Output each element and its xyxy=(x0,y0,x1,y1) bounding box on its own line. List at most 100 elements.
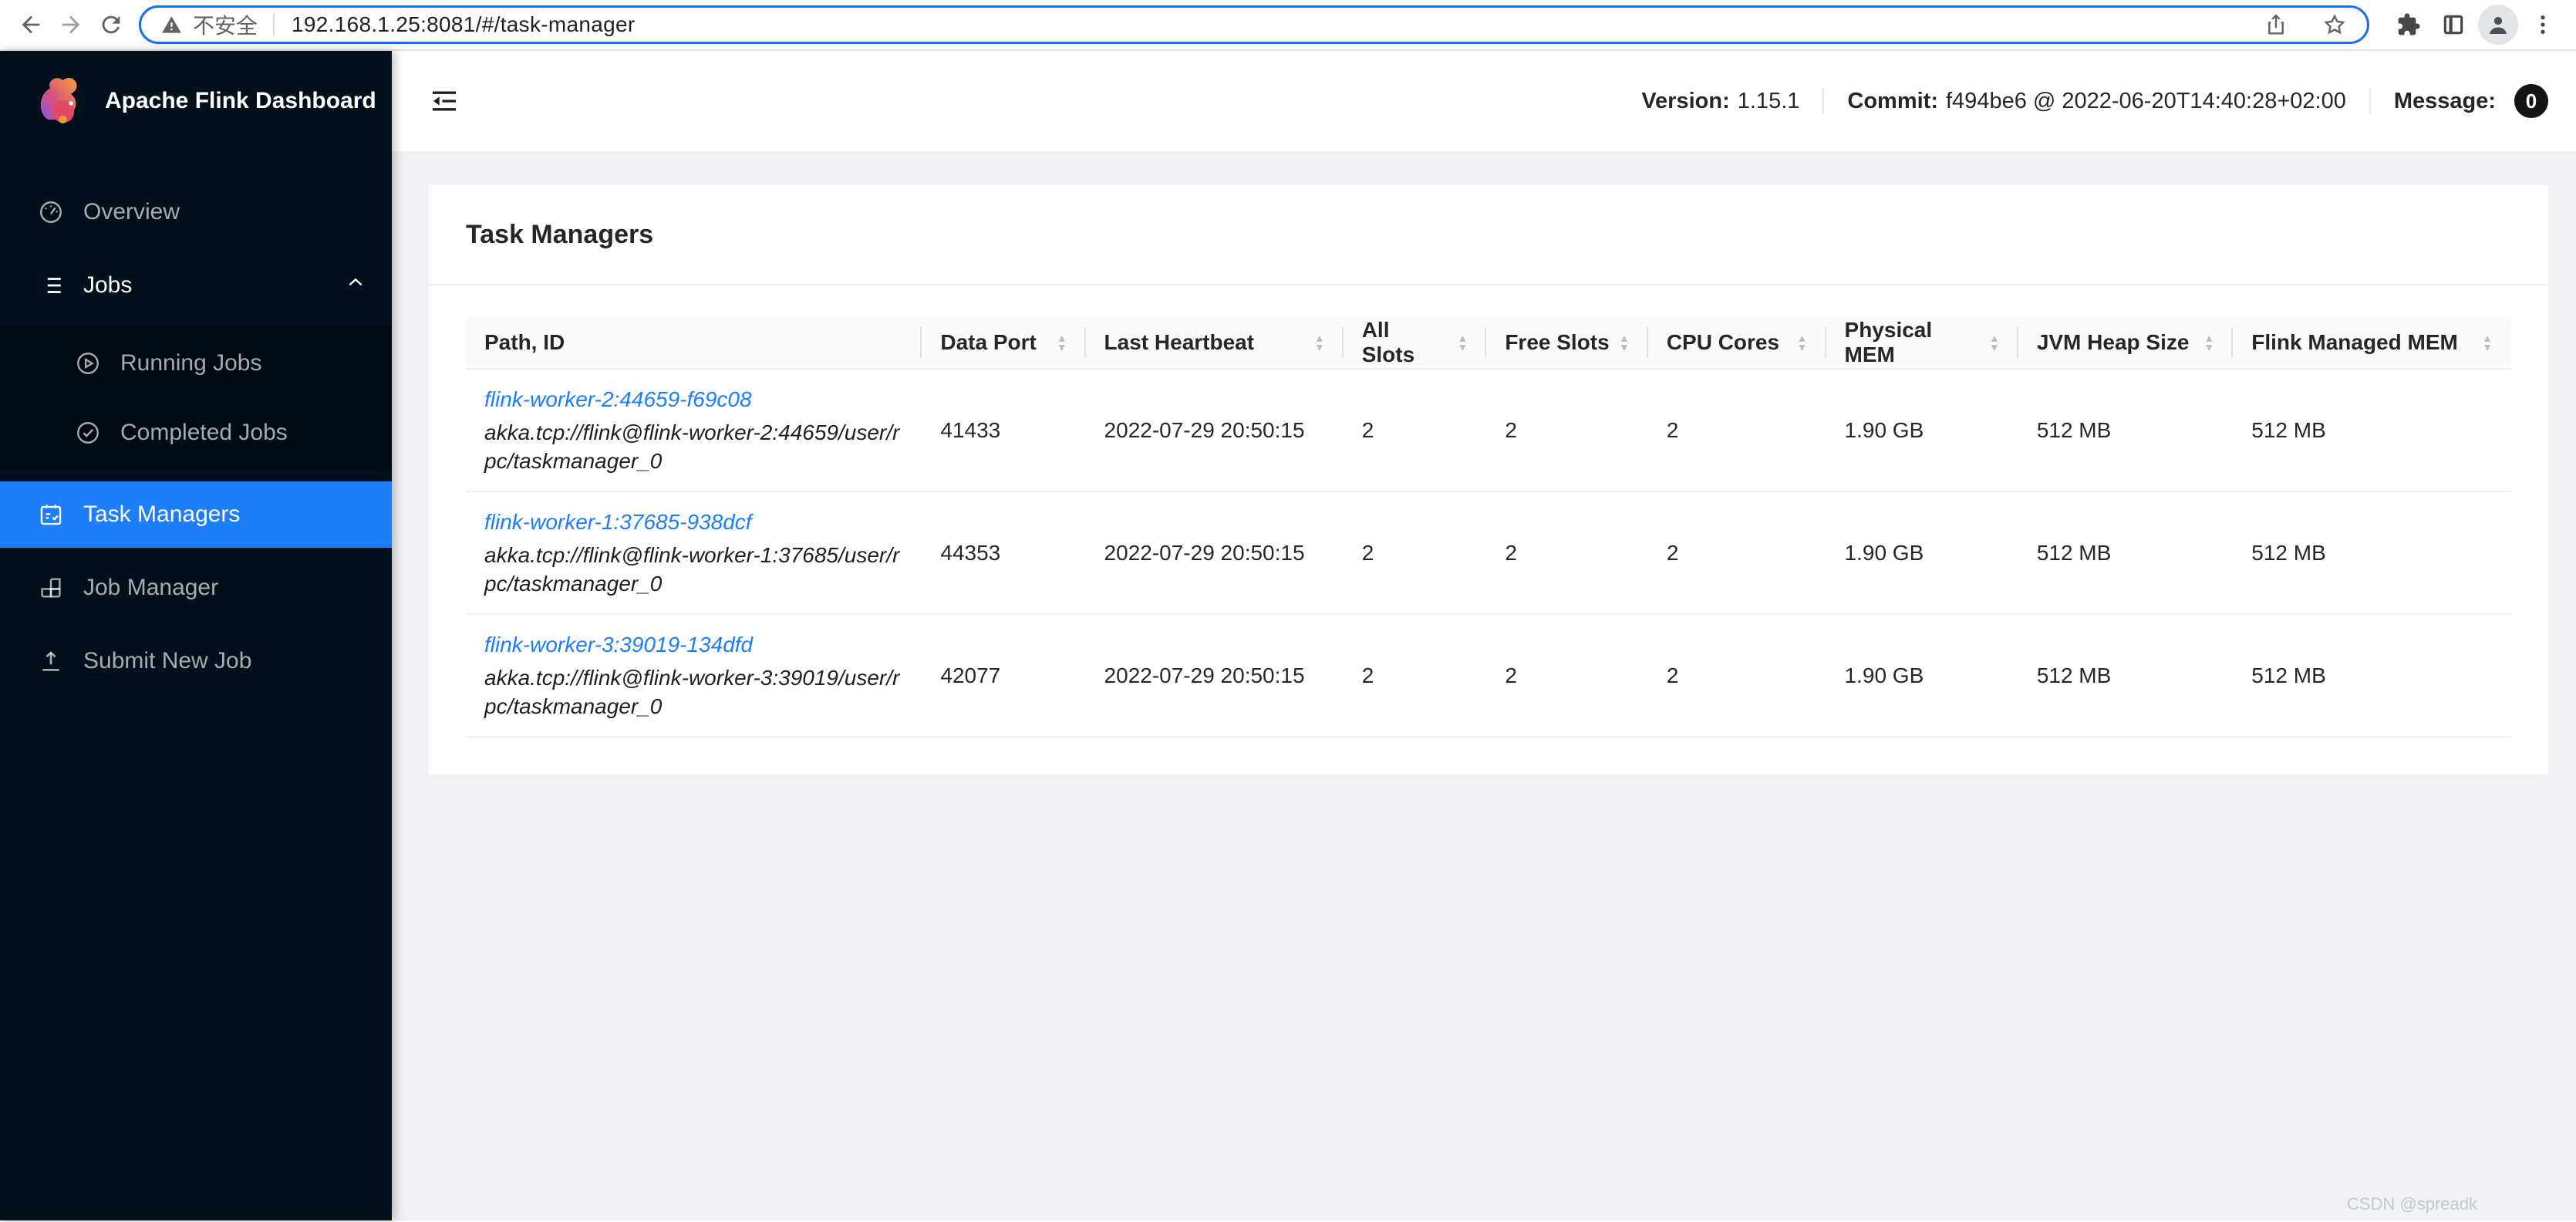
chevron-up-icon xyxy=(346,272,366,299)
free-slots-cell: 2 xyxy=(1486,491,1648,614)
sidebar-item-running-jobs[interactable]: Running Jobs xyxy=(0,330,392,397)
data-port-cell: 44353 xyxy=(922,491,1085,614)
task-managers-table: Path, ID Data Port▲▼ Last Heartbeat▲▼ Al… xyxy=(466,316,2511,738)
table-row: flink-worker-1:37685-938dcf akka.tcp://f… xyxy=(466,491,2511,614)
dashboard-icon xyxy=(37,198,65,226)
watermark: CSDN @spreadk xyxy=(2347,1194,2477,1214)
page-title: Task Managers xyxy=(466,220,653,250)
not-secure-label[interactable]: 不安全 xyxy=(193,9,258,40)
sort-caret-icon[interactable]: ▲▼ xyxy=(1457,333,1468,352)
browser-toolbar: 不安全 192.168.1.25:8081/#/task-manager xyxy=(0,0,2576,51)
sidebar-item-completed-jobs[interactable]: Completed Jobs xyxy=(0,400,392,466)
sidebar-item-overview[interactable]: Overview xyxy=(0,179,392,245)
col-all-slots[interactable]: All Slots▲▼ xyxy=(1344,316,1487,369)
sort-caret-icon[interactable]: ▲▼ xyxy=(1989,333,2000,352)
heartbeat-cell: 2022-07-29 20:50:15 xyxy=(1086,369,1344,491)
col-data-port[interactable]: Data Port▲▼ xyxy=(922,316,1085,369)
schedule-icon xyxy=(37,501,65,528)
content-area: Task Managers Path, ID Data Port▲▼ xyxy=(392,151,2576,1220)
cpu-cores-cell: 2 xyxy=(1648,491,1826,614)
version-label: Version: xyxy=(1641,89,1729,114)
col-cpu-cores[interactable]: CPU Cores▲▼ xyxy=(1648,316,1826,369)
address-bar[interactable]: 不安全 192.168.1.25:8081/#/task-manager xyxy=(139,5,2369,44)
divider xyxy=(1822,88,1824,114)
physical-mem-cell: 1.90 GB xyxy=(1826,491,2018,614)
sort-caret-icon[interactable]: ▲▼ xyxy=(2203,333,2214,352)
app-title: Apache Flink Dashboard xyxy=(105,88,376,114)
col-jvm-heap[interactable]: JVM Heap Size▲▼ xyxy=(2018,316,2233,369)
sidebar-item-label: Completed Jobs xyxy=(120,420,288,446)
message-label: Message: xyxy=(2394,89,2496,114)
physical-mem-cell: 1.90 GB xyxy=(1826,369,2018,491)
flink-managed-mem-cell: 512 MB xyxy=(2233,614,2511,737)
jvm-heap-cell: 512 MB xyxy=(2018,491,2233,614)
heartbeat-cell: 2022-07-29 20:50:15 xyxy=(1086,614,1344,737)
jobs-submenu: Running Jobs Completed Jobs xyxy=(0,326,392,471)
browser-actions xyxy=(2386,5,2565,45)
version-value: 1.15.1 xyxy=(1738,89,1800,114)
data-port-cell: 42077 xyxy=(922,614,1085,737)
sidebar-item-label: Overview xyxy=(83,199,180,225)
sidebar-item-jobs[interactable]: Jobs xyxy=(0,252,392,319)
sidebar-item-job-manager[interactable]: Job Manager xyxy=(0,555,392,621)
list-icon xyxy=(37,272,65,299)
col-free-slots[interactable]: Free Slots▲▼ xyxy=(1486,316,1648,369)
sort-caret-icon[interactable]: ▲▼ xyxy=(1057,333,1067,352)
sidebar: Apache Flink Dashboard Overview Jo xyxy=(0,51,392,1220)
commit-label: Commit: xyxy=(1847,89,1938,114)
sort-caret-icon[interactable]: ▲▼ xyxy=(1797,333,1808,352)
profile-avatar[interactable] xyxy=(2476,5,2520,45)
all-slots-cell: 2 xyxy=(1344,491,1487,614)
taskmanager-link[interactable]: flink-worker-2:44659-f69c08 xyxy=(484,387,752,411)
bookmark-star-icon[interactable] xyxy=(2322,12,2347,37)
side-panel-icon[interactable] xyxy=(2431,5,2476,45)
commit-value: f494be6 @ 2022-06-20T14:40:28+02:00 xyxy=(1946,89,2346,114)
taskmanager-path: akka.tcp://flink@flink-worker-3:39019/us… xyxy=(484,663,903,721)
flink-logo[interactable]: Apache Flink Dashboard xyxy=(0,51,392,151)
free-slots-cell: 2 xyxy=(1486,614,1648,737)
upload-icon xyxy=(37,647,65,675)
col-flink-managed-mem[interactable]: Flink Managed MEM▲▼ xyxy=(2233,316,2511,369)
sidebar-menu: Overview Jobs xyxy=(0,151,392,694)
sort-caret-icon[interactable]: ▲▼ xyxy=(1619,333,1630,352)
sidebar-item-label: Jobs xyxy=(83,272,132,299)
col-last-heartbeat[interactable]: Last Heartbeat▲▼ xyxy=(1086,316,1344,369)
play-circle-icon xyxy=(74,349,102,377)
not-secure-warning-icon[interactable] xyxy=(161,15,182,35)
physical-mem-cell: 1.90 GB xyxy=(1826,614,2018,737)
sort-caret-icon[interactable]: ▲▼ xyxy=(1314,333,1325,352)
url-text[interactable]: 192.168.1.25:8081/#/task-manager xyxy=(292,12,635,37)
reload-icon[interactable] xyxy=(91,5,131,45)
sort-caret-icon[interactable]: ▲▼ xyxy=(2482,333,2493,352)
menu-fold-icon[interactable] xyxy=(429,86,460,116)
jvm-heap-cell: 512 MB xyxy=(2018,614,2233,737)
address-bar-divider xyxy=(273,13,275,36)
sidebar-item-task-managers[interactable]: Task Managers xyxy=(0,481,392,548)
share-icon[interactable] xyxy=(2264,12,2288,37)
table-row: flink-worker-2:44659-f69c08 akka.tcp://f… xyxy=(466,369,2511,491)
flink-managed-mem-cell: 512 MB xyxy=(2233,491,2511,614)
sidebar-item-label: Job Manager xyxy=(83,575,218,601)
build-info: Version: 1.15.1 Commit: f494be6 @ 2022-0… xyxy=(1641,84,2548,118)
taskmanager-path: akka.tcp://flink@flink-worker-2:44659/us… xyxy=(484,418,903,475)
taskmanager-link[interactable]: flink-worker-3:39019-134dfd xyxy=(484,633,753,657)
jvm-heap-cell: 512 MB xyxy=(2018,369,2233,491)
message-count-badge[interactable]: 0 xyxy=(2514,84,2548,118)
task-managers-card: Task Managers Path, ID Data Port▲▼ xyxy=(429,185,2548,775)
sidebar-item-label: Submit New Job xyxy=(83,648,251,674)
table-row: flink-worker-3:39019-134dfd akka.tcp://f… xyxy=(466,614,2511,737)
check-circle-icon xyxy=(74,419,102,447)
cpu-cores-cell: 2 xyxy=(1648,614,1826,737)
sidebar-item-submit-new-job[interactable]: Submit New Job xyxy=(0,628,392,694)
divider xyxy=(2369,88,2371,114)
forward-icon[interactable] xyxy=(51,5,91,45)
all-slots-cell: 2 xyxy=(1344,614,1487,737)
browser-menu-icon[interactable] xyxy=(2520,5,2565,45)
col-physical-mem[interactable]: Physical MEM▲▼ xyxy=(1826,316,2018,369)
taskmanager-link[interactable]: flink-worker-1:37685-938dcf xyxy=(484,510,752,534)
data-port-cell: 41433 xyxy=(922,369,1085,491)
sidebar-item-label: Task Managers xyxy=(83,501,240,528)
back-icon[interactable] xyxy=(11,5,51,45)
free-slots-cell: 2 xyxy=(1486,369,1648,491)
extensions-puzzle-icon[interactable] xyxy=(2386,5,2431,45)
